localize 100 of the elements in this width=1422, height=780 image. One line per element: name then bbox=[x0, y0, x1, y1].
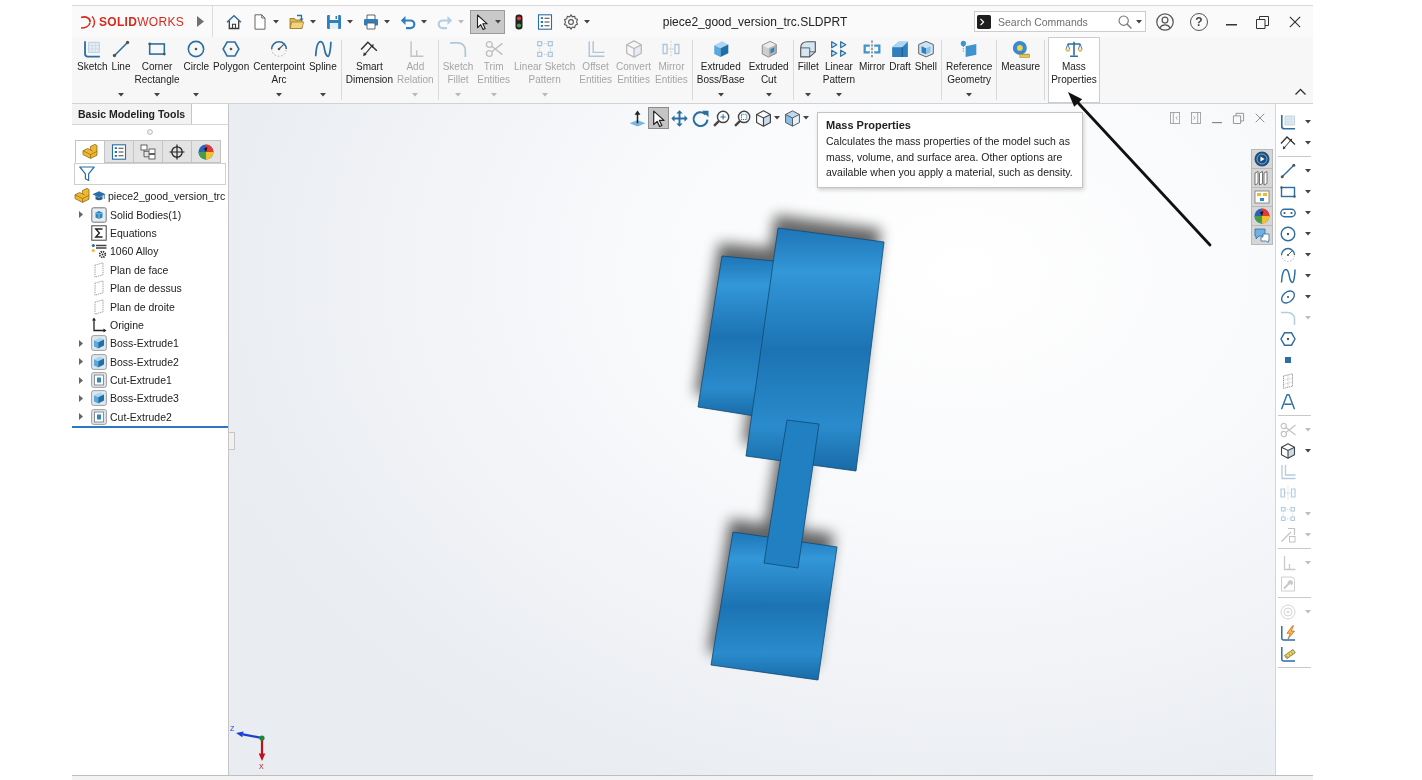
tree-item[interactable]: Cut-Extrude2 bbox=[72, 407, 172, 427]
task-pane-tab[interactable] bbox=[1251, 168, 1273, 188]
part-block-icon bbox=[82, 143, 98, 160]
tree-item[interactable]: 1060 Alloy bbox=[72, 242, 159, 261]
caret-icon bbox=[273, 19, 279, 24]
list-icon bbox=[537, 13, 553, 30]
save-icon bbox=[326, 13, 342, 30]
tree-item[interactable]: Plan de face bbox=[72, 260, 169, 279]
manager-tab[interactable] bbox=[191, 140, 221, 163]
expand-arrow-icon[interactable] bbox=[79, 358, 83, 366]
restore-icon[interactable] bbox=[1256, 14, 1269, 29]
caret-icon bbox=[835, 92, 842, 96]
caret-icon bbox=[1305, 210, 1311, 215]
filter-field[interactable] bbox=[74, 163, 226, 185]
expand-arrow-icon[interactable] bbox=[79, 211, 83, 219]
chat-icon bbox=[1254, 227, 1270, 243]
caret-icon[interactable] bbox=[1136, 19, 1142, 24]
ribbon-button[interactable]: Corner Rectangle bbox=[133, 37, 181, 103]
scissors-icon bbox=[484, 40, 503, 58]
minimize-icon[interactable] bbox=[1226, 23, 1237, 26]
globe-icon bbox=[1254, 151, 1270, 167]
grip-icon[interactable] bbox=[147, 129, 153, 135]
view-tool-button[interactable] bbox=[753, 107, 782, 129]
tooltip-text: Calculates the mass properties of the model such as mass, volume, and surface area. Other options are available when you apply a material, such as density. bbox=[826, 134, 1074, 180]
manager-tab[interactable] bbox=[133, 140, 163, 163]
ribbon-button[interactable]: Mirror bbox=[858, 37, 887, 103]
ribbon-button[interactable]: Circle bbox=[182, 37, 211, 103]
ribbon-button[interactable]: Smart Dimension bbox=[344, 37, 394, 103]
manager-tab[interactable] bbox=[104, 140, 134, 163]
task-pane-tab[interactable] bbox=[1251, 149, 1273, 169]
caret-icon bbox=[584, 19, 590, 24]
rotate-icon bbox=[692, 109, 709, 127]
chevron-up-icon[interactable] bbox=[1295, 89, 1306, 95]
ribbon-button[interactable]: Measure bbox=[1000, 37, 1042, 103]
zoom-icon bbox=[713, 109, 730, 127]
caret-icon bbox=[347, 19, 353, 24]
tree-item[interactable]: Cut-Extrude1 bbox=[72, 370, 172, 390]
ribbon-button[interactable]: Extruded Boss/Base bbox=[695, 37, 746, 103]
caret-icon bbox=[774, 116, 780, 120]
tree-item[interactable]: Boss-Extrude3 bbox=[72, 389, 179, 408]
filter-icon bbox=[79, 166, 95, 182]
ribbon-button[interactable]: Mass Properties bbox=[1048, 37, 1100, 103]
cursor-icon bbox=[474, 13, 490, 30]
cube-icon bbox=[1280, 442, 1296, 459]
line-icon bbox=[1280, 162, 1296, 179]
caret-icon bbox=[458, 19, 464, 24]
tree-item[interactable]: Origine bbox=[72, 315, 144, 335]
plane-icon bbox=[91, 298, 107, 315]
plane-icon bbox=[91, 261, 107, 278]
close-icon[interactable] bbox=[1289, 15, 1301, 28]
tree-item[interactable]: Boss-Extrude1 bbox=[72, 334, 179, 353]
user-icon[interactable] bbox=[1156, 12, 1174, 31]
task-pane-tab[interactable] bbox=[1251, 187, 1273, 207]
circle-icon bbox=[1280, 225, 1296, 242]
tree-item[interactable]: piece2_good_version_trc bbox=[72, 187, 226, 206]
block-icon bbox=[711, 40, 730, 58]
view-tool-button[interactable] bbox=[782, 107, 811, 129]
caret-icon bbox=[1305, 273, 1311, 278]
tree-item[interactable]: Boss-Extrude2 bbox=[72, 352, 179, 371]
splitter-handle[interactable] bbox=[229, 432, 235, 450]
ribbon-button[interactable]: Sketch bbox=[76, 37, 109, 103]
shaded-cube-icon bbox=[784, 109, 801, 127]
caret-icon bbox=[118, 92, 125, 96]
ribbon-button[interactable]: Line bbox=[110, 37, 132, 103]
ribbon-button[interactable]: Centerpoint Arc bbox=[252, 37, 306, 103]
search-field[interactable]: Search Commands bbox=[974, 11, 1146, 32]
expand-arrow-icon[interactable] bbox=[79, 339, 83, 347]
ribbon-button[interactable]: Linear Pattern bbox=[821, 37, 857, 103]
expand-arrow-icon[interactable] bbox=[79, 395, 83, 402]
ribbon-button[interactable]: Fillet bbox=[796, 37, 820, 103]
tree-item[interactable]: Plan de dessus bbox=[72, 278, 182, 298]
task-pane-tab[interactable] bbox=[1251, 206, 1273, 226]
ribbon-button[interactable]: Shell bbox=[913, 37, 939, 103]
lightning-icon bbox=[1280, 624, 1296, 641]
point-icon bbox=[1285, 356, 1291, 363]
app-logo: SOLIDWORKS bbox=[99, 14, 184, 29]
ribbon-button[interactable]: Extruded Cut bbox=[747, 37, 790, 103]
tree-item[interactable]: Equations bbox=[72, 223, 157, 243]
solid-body-icon bbox=[91, 206, 107, 223]
tree-item[interactable]: Plan de droite bbox=[72, 297, 175, 316]
block-icon bbox=[91, 353, 107, 370]
ribbon-button[interactable]: Spline bbox=[307, 37, 338, 103]
ribbon-button[interactable]: Draft bbox=[888, 37, 912, 103]
tree-item[interactable]: Solid Bodies(1) bbox=[72, 205, 182, 224]
search-icon[interactable] bbox=[1118, 14, 1132, 29]
expand-arrow-icon[interactable] bbox=[79, 413, 83, 421]
task-pane-tab[interactable] bbox=[1251, 225, 1273, 245]
panel-tab[interactable]: Basic Modeling Tools bbox=[72, 104, 193, 124]
box-hole-icon bbox=[91, 372, 107, 389]
manager-tab[interactable] bbox=[162, 140, 192, 163]
list-gear-icon bbox=[91, 243, 107, 260]
rounded-corner-icon bbox=[1280, 309, 1296, 326]
expand-arrow-icon[interactable] bbox=[197, 16, 204, 27]
expand-arrow-icon[interactable] bbox=[79, 376, 83, 384]
view-tool-button[interactable] bbox=[648, 107, 669, 129]
ribbon-button[interactable]: Reference Geometry bbox=[945, 37, 994, 103]
toolbar-button[interactable] bbox=[470, 9, 505, 34]
ribbon-button[interactable]: Polygon bbox=[212, 37, 251, 103]
caret-icon bbox=[310, 19, 316, 24]
origin-dot-icon bbox=[259, 735, 265, 741]
